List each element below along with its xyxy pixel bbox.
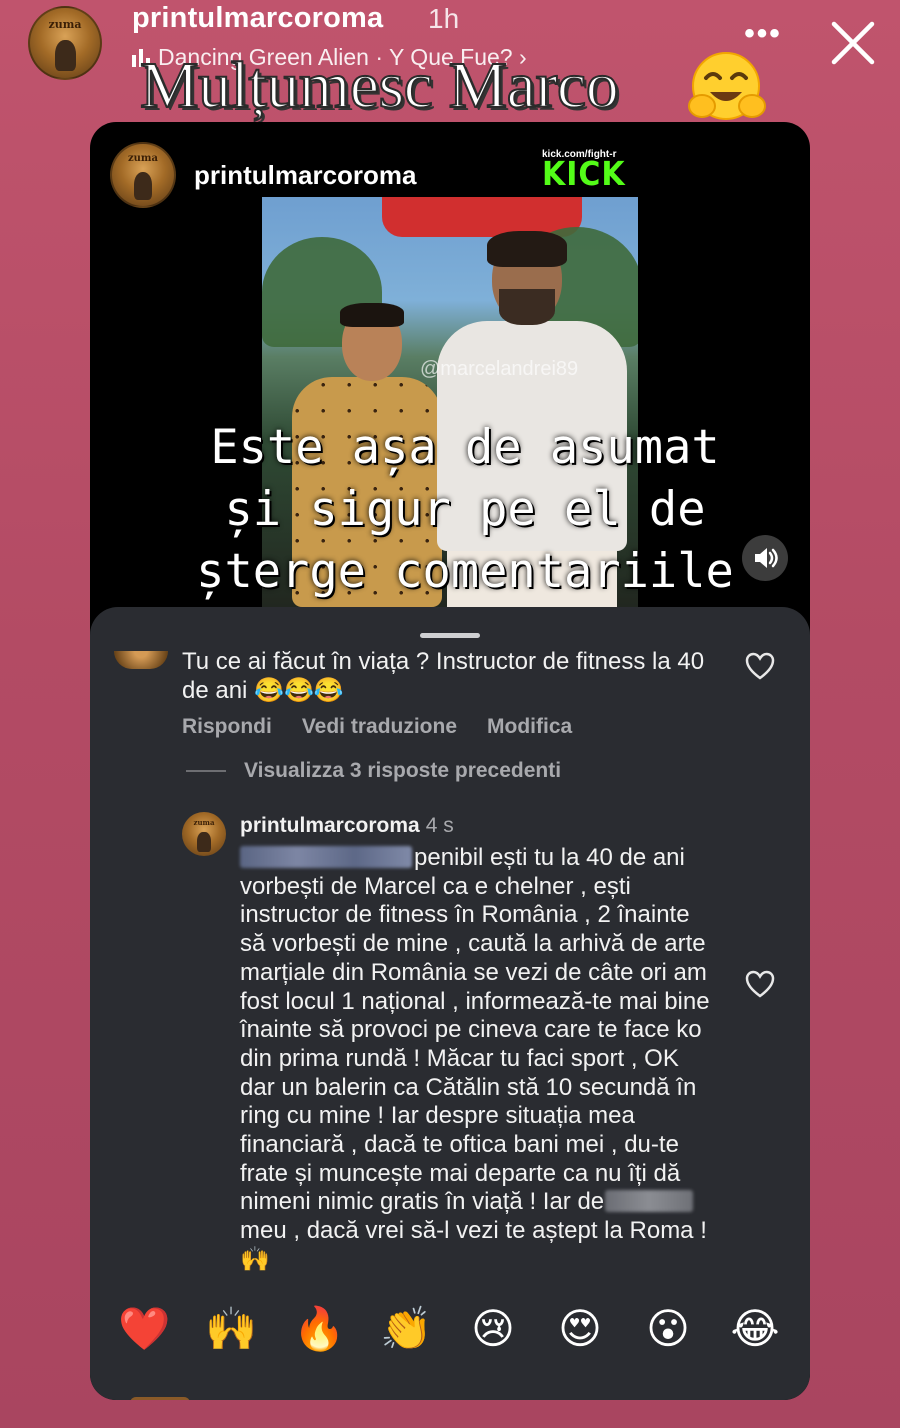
comment-avatar[interactable] [114,651,168,669]
story-text-sticker: Mulțumesc Marco [139,48,620,123]
see-translation-button[interactable]: Vedi traduzione [302,715,457,739]
heart-icon[interactable] [744,651,776,681]
close-icon[interactable] [826,16,880,70]
reaction-clapping[interactable]: 👏 [380,1304,432,1354]
post-header: zuma printulmarcoroma [90,122,810,208]
reply-avatar[interactable]: zuma [182,812,226,856]
heart-icon[interactable] [744,969,776,999]
reaction-raised-hands[interactable]: 🙌 [205,1304,257,1354]
reaction-crying[interactable]: 😢 [468,1304,518,1354]
blurred-word [604,1190,693,1213]
sheet-grabber[interactable] [420,633,480,638]
kick-logo: kick.com/fight-r KICK [542,149,626,194]
reaction-heart[interactable]: ❤️ [118,1304,170,1354]
story-time: 1h [428,3,460,34]
video-caption: Este așa de asumat și sigur pe el de ște… [196,420,734,599]
video-watermark: @marcelandrei89 [420,358,579,380]
comment-text: Tu ce ai făcut în viața ? Instructor de … [182,648,705,704]
reply-username[interactable]: printulmarcoroma 4 s [240,814,454,838]
comments-sheet: Tu ce ai făcut în viața ? Instructor de … [90,607,810,1400]
reply-time: 4 s [425,814,454,837]
edit-button[interactable]: Modifica [487,715,572,739]
reply-text: penibil ești tu la 40 de ani vorbești de… [240,844,710,1273]
quick-reactions-bar: ❤️ 🙌 🔥 👏 😢 😍 😮 😂 [90,1304,810,1364]
hugging-face-emoji-icon [688,52,766,120]
story-avatar[interactable]: zuma [28,6,102,80]
post-avatar[interactable]: zuma [110,142,176,208]
reaction-surprised[interactable]: 😮 [643,1304,693,1354]
view-previous-replies[interactable]: Visualizza 3 risposte precedenti [186,759,561,783]
comment-actions: Rispondi Vedi traduzione Modifica [182,715,572,739]
reply-button[interactable]: Rispondi [182,715,272,739]
reaction-heart-eyes[interactable]: 😍 [555,1304,605,1354]
speaker-icon[interactable] [742,535,788,581]
shared-post-card[interactable]: zuma printulmarcoroma kick.com/fight-r K… [90,122,810,1400]
reaction-laughing[interactable]: 😂 [730,1304,780,1354]
reaction-fire[interactable]: 🔥 [293,1304,345,1354]
story-username[interactable]: printulmarcoroma [132,2,383,35]
post-username[interactable]: printulmarcoroma [194,160,417,191]
blurred-mention [240,846,412,868]
next-comment-avatar [130,1397,190,1400]
story-header: zuma printulmarcoroma 1h Dancing Green A… [0,0,900,123]
more-horizontal-icon[interactable]: ••• [738,19,788,50]
divider [186,770,226,772]
